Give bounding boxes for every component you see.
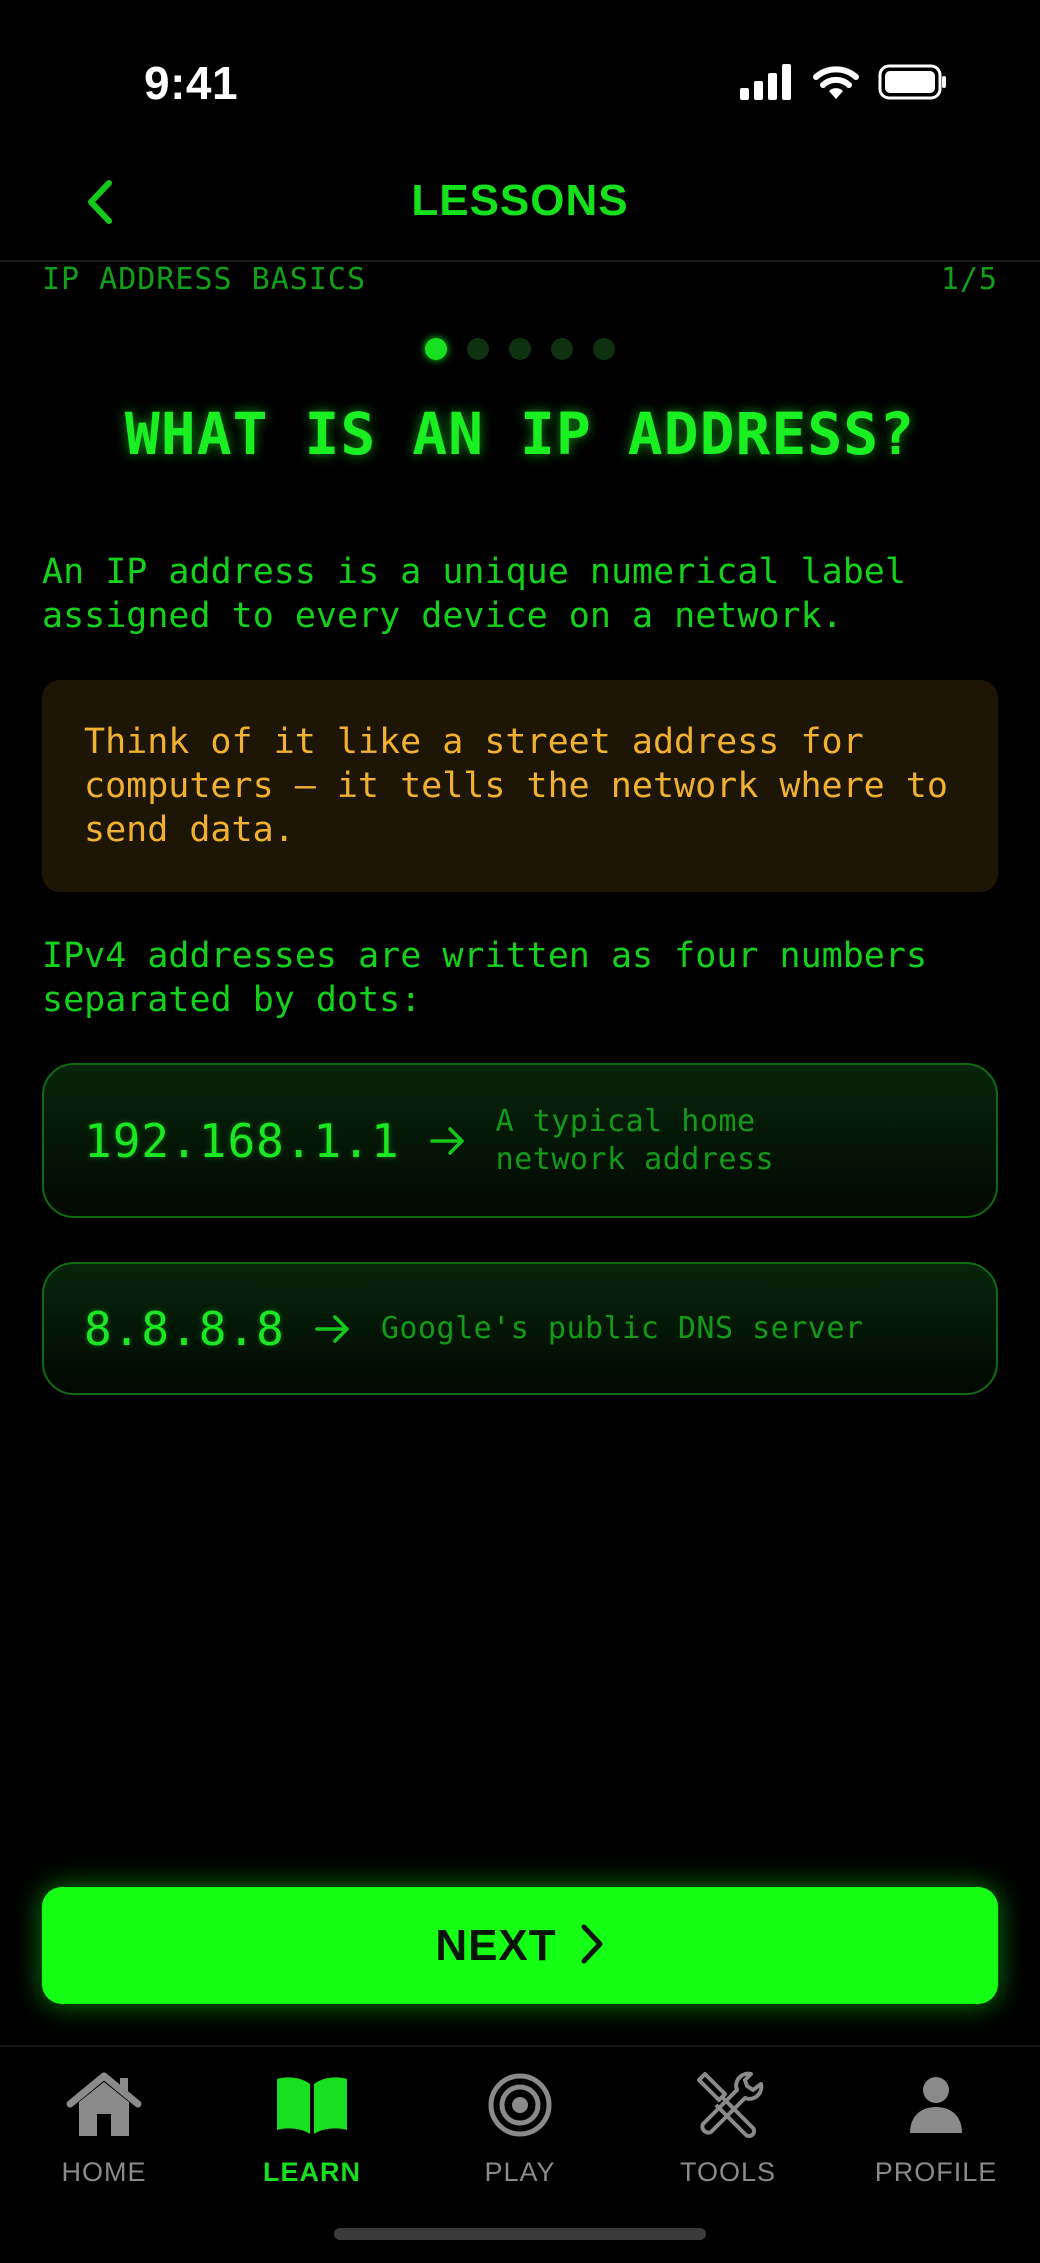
tip-box: Think of it like a street address for co…	[42, 680, 998, 892]
next-button[interactable]: NEXT	[42, 1887, 998, 2004]
progress-dot-2	[467, 338, 489, 360]
wifi-icon	[812, 64, 860, 104]
tab-label: PLAY	[484, 2157, 556, 2187]
progress-dots	[0, 338, 1040, 360]
cellular-signal-icon	[740, 64, 794, 104]
nav-bar: LESSONS	[0, 150, 1040, 262]
example-ip: 8.8.8.8	[84, 1301, 285, 1356]
progress-dot-1	[425, 338, 447, 360]
lesson-progress-count: 1/5	[940, 262, 998, 297]
tip-text: Think of it like a street address for co…	[84, 722, 948, 850]
progress-dot-4	[551, 338, 573, 360]
tab-label: HOME	[61, 2157, 147, 2187]
next-button-label: NEXT	[435, 1920, 557, 1970]
progress-dot-3	[509, 338, 531, 360]
example-card: 192.168.1.1 A typical home network addre…	[42, 1063, 998, 1218]
chevron-right-icon	[579, 1923, 605, 1968]
home-icon	[64, 2065, 144, 2145]
status-bar: 9:41	[0, 0, 1040, 150]
example-description: A typical home network address	[495, 1103, 775, 1177]
lesson-header: IP ADDRESS BASICS 1/5	[42, 262, 998, 297]
example-card: 8.8.8.8 Google's public DNS server	[42, 1262, 998, 1395]
tab-home[interactable]: HOME	[0, 2065, 208, 2188]
progress-dot-5	[593, 338, 615, 360]
tab-label: LEARN	[263, 2157, 361, 2187]
tab-tools[interactable]: TOOLS	[624, 2065, 832, 2188]
tab-play[interactable]: PLAY	[416, 2065, 624, 2188]
lesson-section-label: IP ADDRESS BASICS	[42, 262, 367, 297]
person-icon	[908, 2065, 964, 2145]
tab-learn[interactable]: LEARN	[208, 2065, 416, 2188]
tab-profile[interactable]: PROFILE	[832, 2065, 1040, 2188]
tools-icon	[691, 2065, 765, 2145]
target-icon	[487, 2065, 553, 2145]
lesson-title: WHAT IS AN IP ADDRESS?	[124, 400, 916, 468]
tab-label: TOOLS	[679, 2157, 777, 2187]
book-icon	[275, 2065, 349, 2145]
lesson-paragraph-2: IPv4 addresses are written as four numbe…	[42, 936, 928, 1020]
arrow-right-icon	[429, 1126, 466, 1156]
tab-label: PROFILE	[874, 2157, 998, 2187]
page-title: LESSONS	[411, 176, 629, 225]
home-indicator[interactable]	[334, 2228, 706, 2240]
status-icons	[740, 64, 948, 104]
status-time: 9:41	[144, 57, 239, 109]
battery-icon	[878, 64, 948, 104]
lesson-paragraph-1: An IP address is a unique numerical labe…	[42, 552, 906, 636]
example-ip: 192.168.1.1	[84, 1113, 400, 1168]
arrow-right-icon	[315, 1314, 351, 1344]
example-description: Google's public DNS server	[380, 1310, 864, 1346]
